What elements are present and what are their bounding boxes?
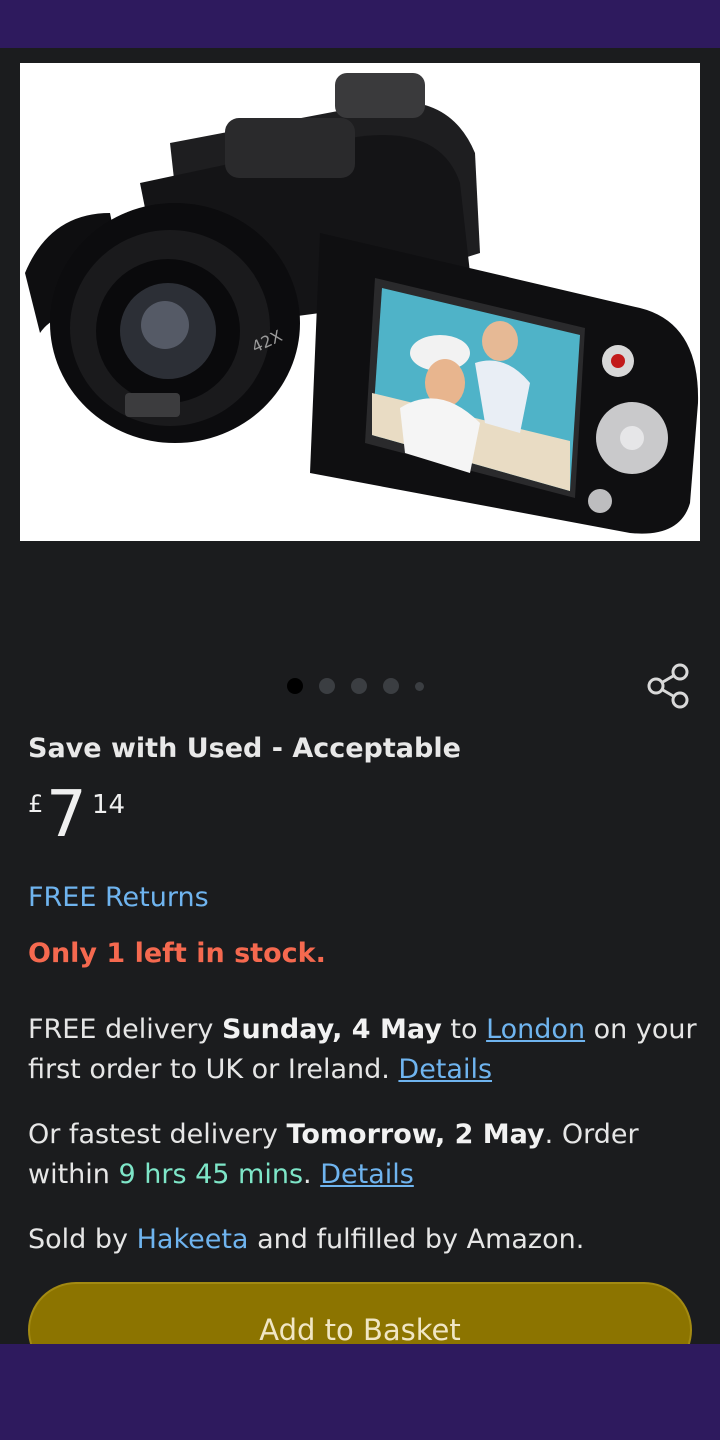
carousel-dot[interactable] bbox=[287, 678, 303, 694]
camcorder-illustration: 42X bbox=[25, 73, 699, 534]
stock-status: Only 1 left in stock. bbox=[28, 938, 326, 969]
delivery-details-link[interactable]: Details bbox=[398, 1054, 492, 1085]
delivery-info: FREE delivery Sunday, 4 May to London on… bbox=[28, 1010, 698, 1090]
bottom-system-bar bbox=[0, 1344, 720, 1440]
seller-link[interactable]: Hakeeta bbox=[137, 1224, 249, 1255]
carousel-dot[interactable] bbox=[383, 678, 399, 694]
delivery-prefix: FREE delivery bbox=[28, 1014, 222, 1045]
delivery-date: Sunday, 4 May bbox=[222, 1014, 442, 1045]
seller-prefix: Sold by bbox=[28, 1224, 137, 1255]
fast-suffix: . bbox=[303, 1159, 321, 1190]
price-fraction: 14 bbox=[92, 790, 126, 820]
image-carousel-indicator[interactable] bbox=[287, 678, 424, 694]
price-whole: 7 bbox=[46, 778, 87, 852]
fast-date: Tomorrow, 2 May bbox=[286, 1119, 545, 1150]
free-returns-link[interactable]: FREE Returns bbox=[28, 882, 209, 913]
fast-details-link[interactable]: Details bbox=[320, 1159, 414, 1190]
top-app-bar bbox=[0, 0, 720, 48]
fast-prefix: Or fastest delivery bbox=[28, 1119, 287, 1150]
seller-suffix: and fulfilled by Amazon. bbox=[248, 1224, 585, 1255]
product-image[interactable]: 42X bbox=[20, 63, 700, 541]
delivery-to: to bbox=[441, 1014, 487, 1045]
order-countdown: 9 hrs 45 mins bbox=[118, 1159, 304, 1190]
location-link[interactable]: London bbox=[486, 1014, 585, 1045]
carousel-dot[interactable] bbox=[415, 681, 424, 691]
share-icon[interactable] bbox=[646, 662, 692, 710]
carousel-dot[interactable] bbox=[319, 678, 335, 694]
price-currency: £ bbox=[28, 790, 44, 818]
carousel-dot[interactable] bbox=[351, 678, 367, 694]
offer-title: Save with Used - Acceptable bbox=[28, 733, 461, 764]
seller-info: Sold by Hakeeta and fulfilled by Amazon. bbox=[28, 1220, 698, 1260]
fastest-delivery-info: Or fastest delivery Tomorrow, 2 May. Ord… bbox=[28, 1115, 698, 1195]
